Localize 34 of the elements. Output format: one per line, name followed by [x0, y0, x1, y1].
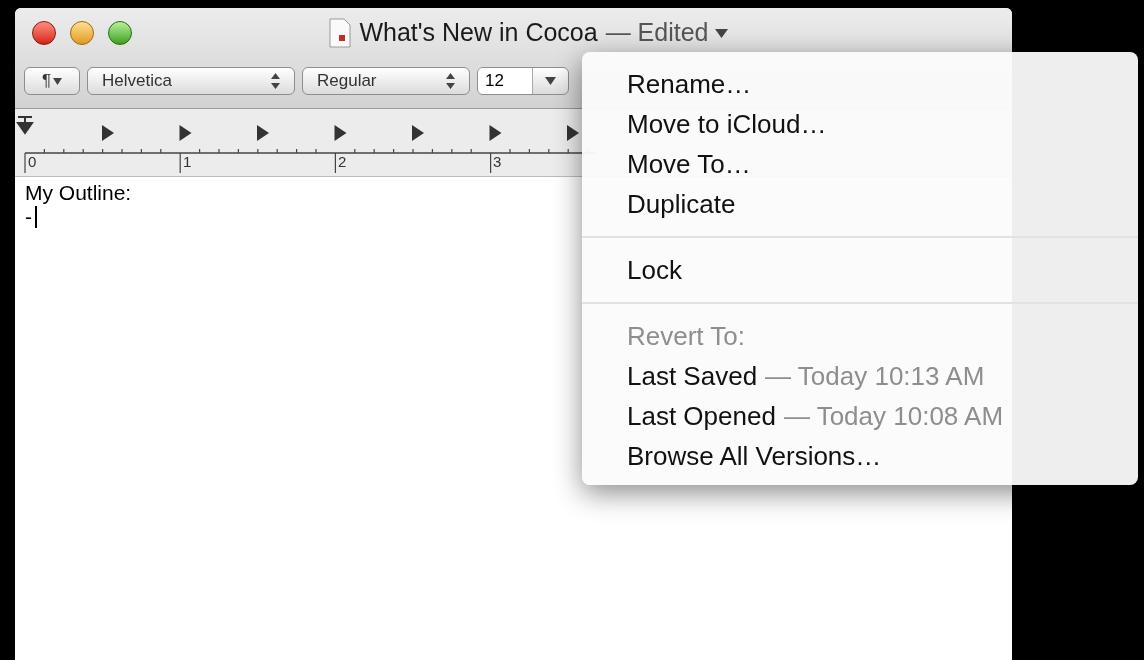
document-line: -: [25, 205, 32, 229]
ruler-label: 2: [338, 153, 347, 171]
menu-item[interactable]: Duplicate: [582, 184, 1138, 224]
up-down-arrows-icon: [446, 73, 455, 89]
document-icon: [329, 18, 352, 48]
font-family-popup[interactable]: Helvetica: [87, 67, 295, 95]
ruler-label: 1: [183, 153, 192, 171]
caret-icon: [545, 77, 556, 85]
ruler-label: 0: [28, 153, 37, 171]
close-button[interactable]: [32, 21, 56, 45]
menu-item[interactable]: Browse All Versions…: [582, 436, 1138, 476]
menu-item[interactable]: Last Opened: [627, 396, 776, 436]
menu-item-detail: — Today 10:13 AM: [765, 359, 985, 393]
menu-item-detail: — Today 10:08 AM: [783, 399, 1004, 433]
paragraph-button[interactable]: ¶: [24, 67, 80, 95]
caret-icon: [53, 77, 63, 85]
edited-menu[interactable]: — Edited: [605, 14, 728, 52]
font-size-value: 12: [478, 68, 533, 94]
menu-header: Revert To:: [626, 319, 746, 353]
menu-item[interactable]: Move To…: [582, 144, 1138, 184]
text-cursor: [35, 206, 37, 228]
ruler-label: 3: [493, 153, 502, 171]
menu-item[interactable]: Rename…: [582, 64, 1138, 104]
font-size-combo[interactable]: 12: [477, 67, 569, 95]
menu-item[interactable]: Move to iCloud…: [582, 104, 1138, 144]
window-title: What's New in Cocoa: [359, 17, 598, 49]
up-down-arrows-icon: [271, 73, 280, 89]
caret-icon: [714, 28, 728, 38]
zoom-button[interactable]: [108, 21, 132, 45]
menu-item[interactable]: Lock: [582, 250, 1138, 290]
font-style-popup[interactable]: Regular: [302, 67, 470, 95]
minimize-button[interactable]: [70, 21, 94, 45]
menu-item[interactable]: Last Saved: [627, 356, 758, 396]
document-line: My Outline:: [25, 181, 132, 205]
